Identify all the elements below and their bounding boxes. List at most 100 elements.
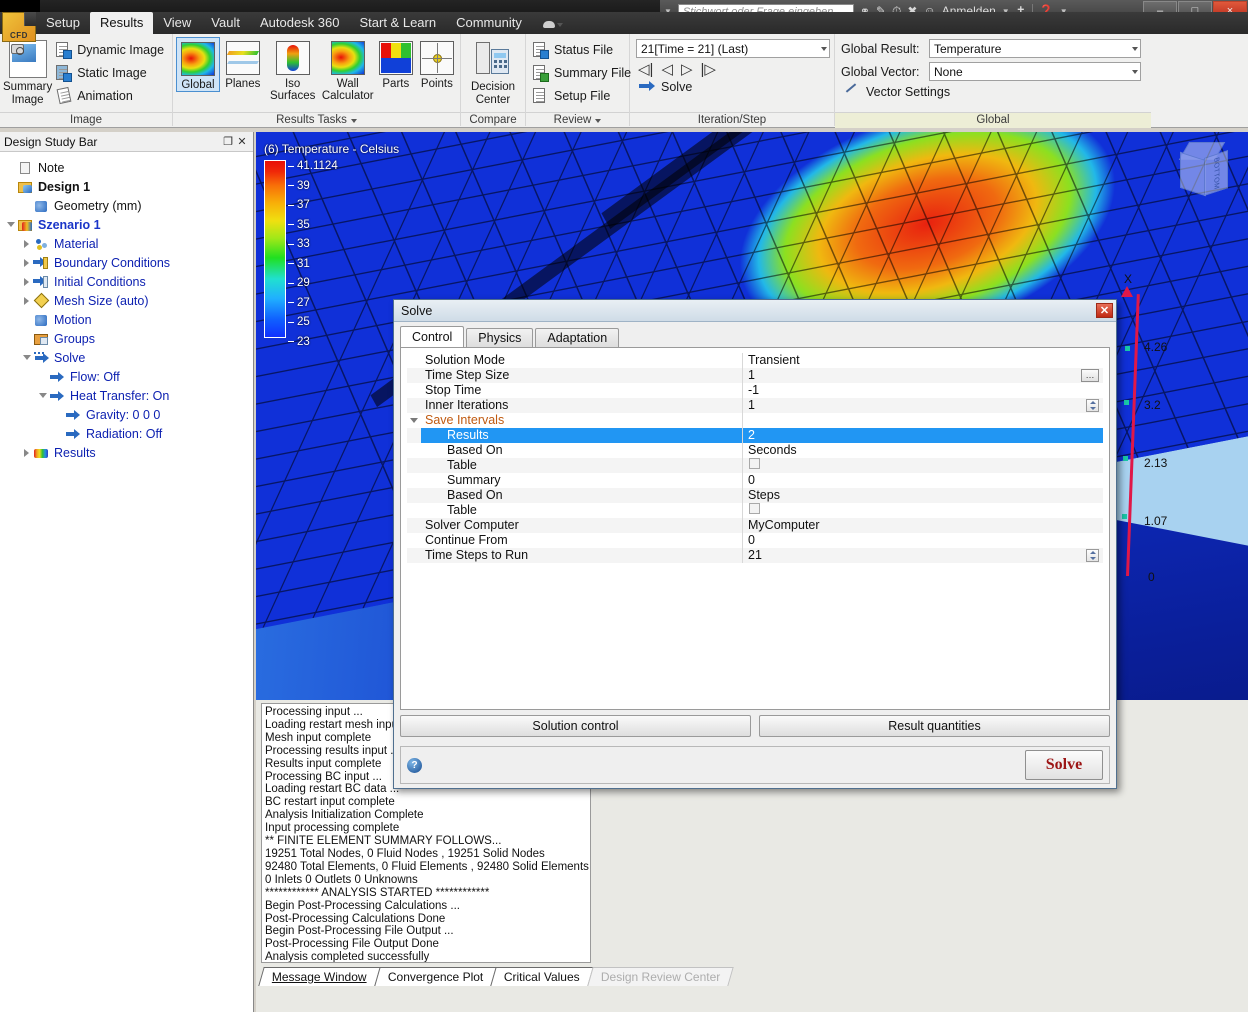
setting-value[interactable]: 2 <box>743 428 1103 443</box>
panel-title-review[interactable]: Review <box>526 112 629 128</box>
setting-checkbox[interactable] <box>749 458 760 469</box>
dynamic-image-button[interactable]: Dynamic Image <box>52 39 170 61</box>
previous-step-button[interactable]: ◁ <box>661 62 673 77</box>
collapse-arrow-icon[interactable] <box>407 418 421 423</box>
summary-file-button[interactable]: Summary File <box>529 62 637 84</box>
setting-value[interactable]: -1 <box>743 383 1103 398</box>
tree-item-material[interactable]: Material <box>2 234 253 253</box>
settings-row[interactable]: Inner Iterations 1 <box>407 398 1103 413</box>
tree-item-groups[interactable]: Groups <box>2 329 253 348</box>
tree-item-gravity-0-0-0[interactable]: Gravity: 0 0 0 <box>2 405 253 424</box>
expand-arrow-icon[interactable] <box>20 277 33 286</box>
collapse-arrow-icon[interactable] <box>20 355 33 360</box>
iteration-step-combo[interactable]: 21[Time = 21] (Last) <box>636 39 830 58</box>
setting-value[interactable]: Seconds <box>743 443 1103 458</box>
parts-button[interactable]: Parts <box>376 37 416 90</box>
collapse-arrow-icon[interactable] <box>4 222 17 227</box>
setting-value[interactable]: Steps <box>743 488 1103 503</box>
animation-button[interactable]: Animation <box>52 85 170 107</box>
settings-row[interactable]: Save Intervals <box>407 413 1103 428</box>
tree-item-motion[interactable]: Motion <box>2 310 253 329</box>
tree-item-note[interactable]: Note <box>2 158 253 177</box>
tab-community[interactable]: Community <box>446 12 532 34</box>
ribbon-solve-button[interactable]: Solve <box>636 80 692 94</box>
setting-value[interactable]: 0 <box>743 473 1103 488</box>
points-button[interactable]: Points <box>417 37 457 90</box>
tree-item-results[interactable]: Results <box>2 443 253 462</box>
tab-view[interactable]: View <box>153 12 201 34</box>
tree-item-initial-conditions[interactable]: Initial Conditions <box>2 272 253 291</box>
settings-row[interactable]: Table <box>407 503 1103 518</box>
setting-value[interactable]: MyComputer <box>743 518 1103 533</box>
browse-button[interactable]: … <box>1081 369 1099 382</box>
tab-physics[interactable]: Physics <box>466 328 534 348</box>
decision-center-button[interactable]: Decision Center <box>466 37 520 107</box>
collapse-arrow-icon[interactable] <box>36 393 49 398</box>
expand-arrow-icon[interactable] <box>20 448 33 457</box>
global-button[interactable]: Global <box>176 37 220 92</box>
setting-value[interactable] <box>743 413 1103 428</box>
global-result-combo[interactable]: Temperature <box>929 39 1141 58</box>
tree-item-mesh-size-auto[interactable]: Mesh Size (auto) <box>2 291 253 310</box>
settings-row[interactable]: Based On Seconds <box>407 443 1103 458</box>
spinner-stepper[interactable] <box>1086 399 1099 412</box>
tab-message-window[interactable]: Message Window <box>258 967 381 986</box>
last-step-button[interactable]: |▷ <box>701 62 716 77</box>
settings-row[interactable]: Stop Time -1 <box>407 383 1103 398</box>
tree-item-boundary-conditions[interactable]: Boundary Conditions <box>2 253 253 272</box>
close-icon[interactable]: ✕ <box>1096 303 1113 318</box>
settings-row[interactable]: Time Step Size 1… <box>407 368 1103 383</box>
ribbon-minimize-toggle[interactable] <box>542 17 564 32</box>
vector-settings-button[interactable]: Vector Settings <box>841 83 950 99</box>
expand-arrow-icon[interactable] <box>20 296 33 305</box>
tab-vault[interactable]: Vault <box>201 12 250 34</box>
spinner-stepper[interactable] <box>1086 549 1099 562</box>
setting-value[interactable]: 1 <box>743 368 1103 383</box>
settings-row[interactable]: Time Steps to Run 21 <box>407 548 1103 563</box>
settings-row[interactable]: Results 2 <box>407 428 1103 443</box>
result-quantities-button[interactable]: Result quantities <box>759 715 1110 737</box>
tab-control[interactable]: Control <box>400 326 465 348</box>
iso-surfaces-button[interactable]: Iso Surfaces <box>266 37 320 102</box>
setup-file-button[interactable]: Setup File <box>529 85 637 107</box>
static-image-button[interactable]: Static Image <box>52 62 170 84</box>
setting-value[interactable]: 21 <box>743 548 1103 563</box>
tree-item-radiation-off[interactable]: Radiation: Off <box>2 424 253 443</box>
planes-button[interactable]: Planes <box>221 37 265 90</box>
setting-value[interactable] <box>743 458 1103 473</box>
settings-row[interactable]: Table <box>407 458 1103 473</box>
viewcube[interactable]: BOTTOM <box>1174 140 1232 198</box>
solve-dialog[interactable]: Solve ✕ Control Physics Adaptation Solut… <box>393 299 1117 789</box>
tab-critical-values[interactable]: Critical Values <box>490 967 594 986</box>
setting-value[interactable]: 1 <box>743 398 1103 413</box>
summary-image-button[interactable]: Summary Image <box>3 37 52 107</box>
app-logo-icon[interactable]: CFD <box>2 12 36 42</box>
close-icon[interactable]: ✕ <box>235 135 249 149</box>
solve-button[interactable]: Solve <box>1025 750 1103 780</box>
setting-value[interactable]: Transient <box>743 353 1103 368</box>
tree-item-flow-off[interactable]: Flow: Off <box>2 367 253 386</box>
settings-row[interactable]: Based On Steps <box>407 488 1103 503</box>
expand-arrow-icon[interactable] <box>20 258 33 267</box>
next-step-button[interactable]: ▷ <box>681 62 693 77</box>
tab-start-and-learn[interactable]: Start & Learn <box>349 12 446 34</box>
tree-item-szenario-1[interactable]: Szenario 1 <box>2 215 253 234</box>
setting-value[interactable] <box>743 503 1103 518</box>
help-icon[interactable]: ? <box>407 757 422 773</box>
tree-item-design-1[interactable]: Design 1 <box>2 177 253 196</box>
expand-arrow-icon[interactable] <box>20 239 33 248</box>
settings-row[interactable]: Continue From 0 <box>407 533 1103 548</box>
viewcube-right-face[interactable]: BOTTOM <box>1204 150 1228 196</box>
settings-row[interactable]: Summary 0 <box>407 473 1103 488</box>
settings-row[interactable]: Solution Mode Transient <box>407 353 1103 368</box>
tree-item-heat-transfer-on[interactable]: Heat Transfer: On <box>2 386 253 405</box>
status-file-button[interactable]: Status File <box>529 39 637 61</box>
wall-calculator-button[interactable]: Wall Calculator <box>321 37 375 102</box>
first-step-button[interactable]: ◁| <box>638 62 653 77</box>
tab-adaptation[interactable]: Adaptation <box>535 328 620 348</box>
tab-convergence-plot[interactable]: Convergence Plot <box>373 967 497 986</box>
panel-title-results-tasks[interactable]: Results Tasks <box>173 112 460 128</box>
viewcube-left-face[interactable] <box>1180 151 1206 197</box>
undock-icon[interactable]: ❐ <box>221 135 235 149</box>
setting-checkbox[interactable] <box>749 503 760 514</box>
